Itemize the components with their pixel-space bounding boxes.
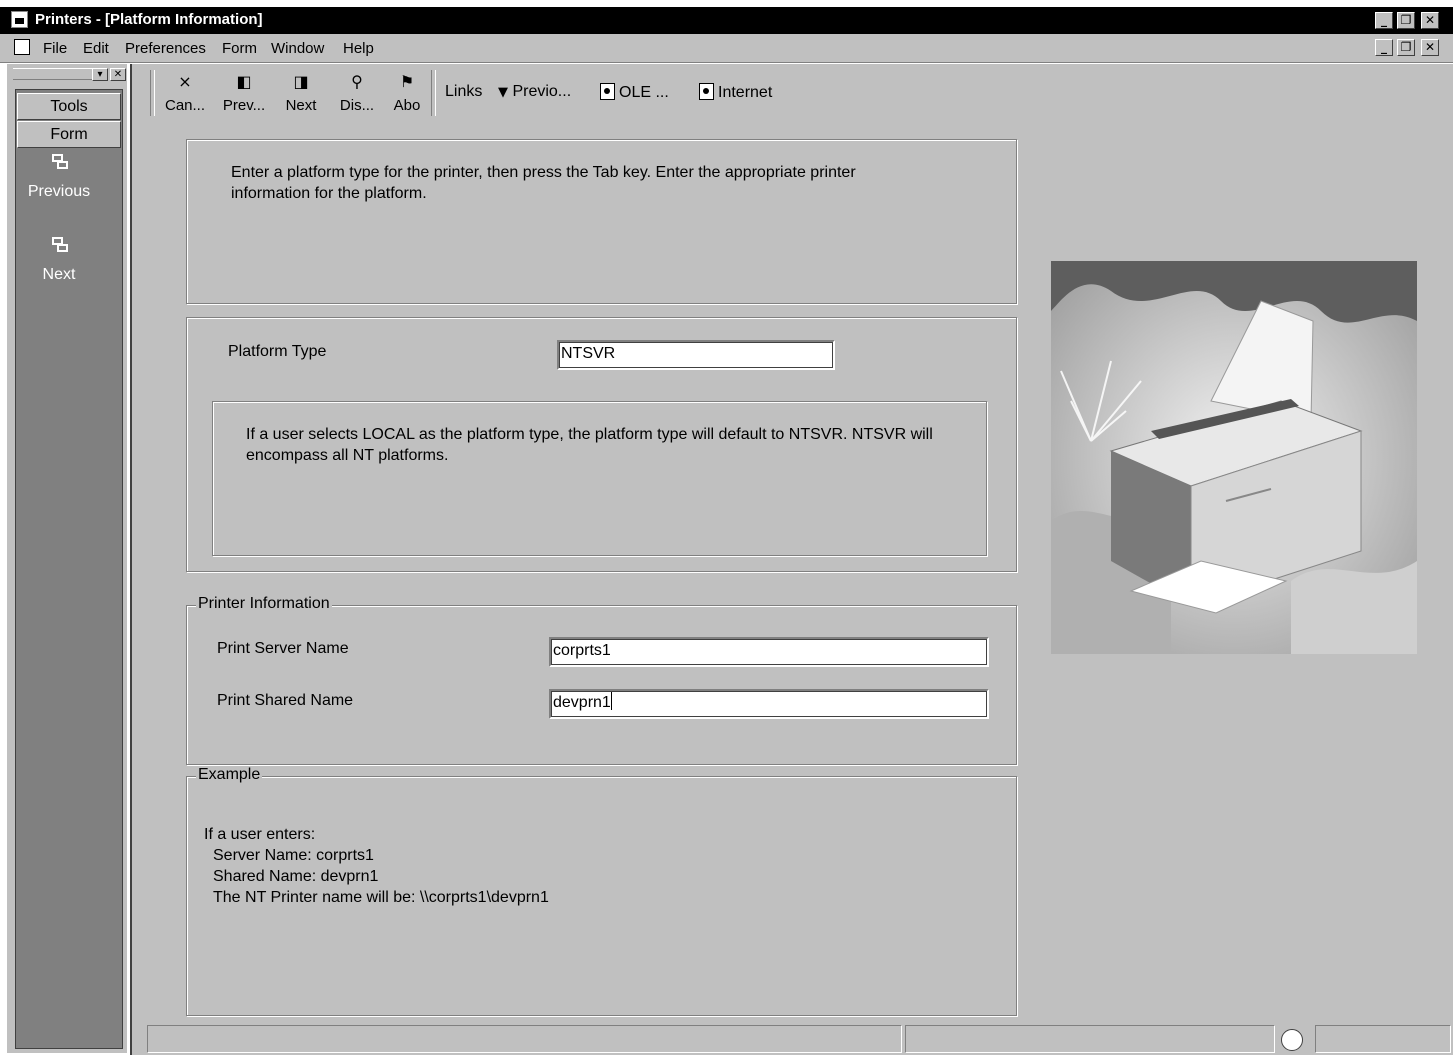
- about-icon: ⚑: [399, 72, 415, 91]
- link-internet-label: Internet: [718, 84, 773, 101]
- restore-button[interactable]: ❐: [1397, 12, 1415, 29]
- child-close-button[interactable]: ✕: [1421, 39, 1439, 56]
- platform-type-input[interactable]: NTSVR: [557, 340, 835, 370]
- example-line: The NT Printer name will be: \\corprts1\…: [213, 889, 549, 906]
- text-cursor: [610, 692, 612, 710]
- display-label: Dis...: [339, 97, 375, 114]
- link-previous[interactable]: ▼ Previo...: [498, 83, 571, 101]
- link-internet[interactable]: Internet: [699, 83, 772, 102]
- cancel-icon: ×: [178, 72, 192, 91]
- previous-icon[interactable]: [52, 154, 68, 170]
- menu-form[interactable]: Form: [222, 40, 257, 57]
- toolbar: × Can... ◧ Prev... ◨ Next ⚲ Dis... ⚑ Abo…: [148, 66, 1448, 118]
- document-icon[interactable]: [14, 39, 30, 55]
- next-icon[interactable]: [52, 237, 68, 253]
- title-bar: Printers - [Platform Information] _ ❐ ✕: [0, 7, 1453, 34]
- tab-tools[interactable]: Tools: [17, 93, 121, 120]
- panel-grip[interactable]: [13, 68, 95, 80]
- link-ole[interactable]: OLE ...: [600, 83, 669, 102]
- app-icon: [11, 11, 28, 28]
- panel-dropdown-button[interactable]: ▾: [92, 68, 108, 81]
- link-ole-label: OLE ...: [619, 84, 669, 101]
- example-line: If a user enters:: [204, 826, 316, 843]
- status-panel-main: [147, 1025, 902, 1053]
- print-shared-input[interactable]: devprn1: [549, 689, 989, 719]
- panel-close-button[interactable]: ✕: [110, 68, 126, 81]
- cancel-label: Can...: [164, 97, 206, 114]
- about-button[interactable]: ⚑ Abo: [389, 66, 425, 118]
- menu-edit[interactable]: Edit: [83, 40, 109, 57]
- instructions-text: Enter a platform type for the printer, t…: [231, 164, 856, 202]
- status-panel-secondary: [905, 1025, 1275, 1053]
- toolbar-separator: [431, 70, 436, 116]
- menu-file[interactable]: File: [43, 40, 67, 57]
- minimize-button[interactable]: _: [1375, 12, 1393, 29]
- previous-button[interactable]: ◧ Prev...: [219, 66, 269, 118]
- printer-image: [1051, 261, 1417, 654]
- document-icon: [699, 83, 714, 100]
- printer-info-legend: Printer Information: [196, 595, 332, 613]
- print-shared-label: Print Shared Name: [217, 692, 354, 709]
- previous-label: Prev...: [222, 97, 266, 114]
- status-panel-right: [1315, 1025, 1451, 1053]
- platform-note-text: If a user selects LOCAL as the platform …: [246, 426, 933, 464]
- prev-icon: ◧: [236, 72, 252, 91]
- nav-previous-label[interactable]: Previous: [9, 183, 109, 201]
- display-button[interactable]: ⚲ Dis...: [335, 66, 379, 118]
- tab-form[interactable]: Form: [17, 121, 121, 148]
- side-panel-inner: [15, 89, 123, 1049]
- close-button[interactable]: ✕: [1421, 12, 1439, 29]
- child-restore-button[interactable]: ❐: [1397, 39, 1415, 56]
- print-shared-value: devprn1: [553, 694, 611, 711]
- cancel-button[interactable]: × Can...: [163, 66, 207, 118]
- printer-info-group: [186, 605, 1017, 765]
- child-minimize-button[interactable]: _: [1375, 39, 1393, 56]
- link-previous-label: Previo...: [512, 83, 572, 100]
- document-icon: [600, 83, 615, 100]
- platform-type-label: Platform Type: [228, 343, 327, 360]
- example-line: Server Name: corprts1: [213, 847, 374, 864]
- about-label: Abo: [393, 97, 421, 114]
- next-label: Next: [285, 97, 317, 114]
- menu-window[interactable]: Window: [271, 40, 324, 57]
- globe-icon: [1281, 1029, 1303, 1051]
- example-legend: Example: [196, 766, 263, 784]
- dropdown-arrow-icon: ▼: [498, 85, 508, 100]
- window-title: Printers - [Platform Information]: [35, 11, 263, 28]
- example-line: Shared Name: devprn1: [213, 868, 379, 885]
- display-icon: ⚲: [351, 72, 363, 91]
- next-icon: ◨: [293, 72, 309, 91]
- print-server-label: Print Server Name: [217, 640, 349, 657]
- next-button[interactable]: ◨ Next: [281, 66, 321, 118]
- menu-preferences[interactable]: Preferences: [125, 40, 206, 57]
- menu-help[interactable]: Help: [343, 40, 374, 57]
- nav-next-label[interactable]: Next: [9, 266, 109, 284]
- links-label: Links: [445, 83, 483, 100]
- toolbar-grip: [150, 70, 155, 116]
- menu-bar: File Edit Preferences Form Window Help _…: [0, 34, 1453, 63]
- print-server-input[interactable]: corprts1: [549, 637, 989, 667]
